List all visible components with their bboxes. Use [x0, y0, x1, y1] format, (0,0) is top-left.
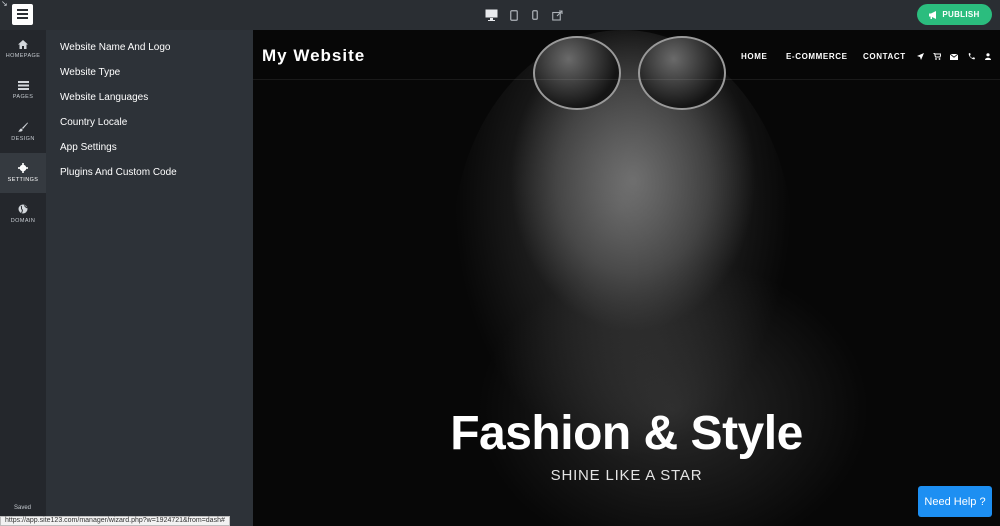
top-toolbar: ↘ PUBLISH [0, 0, 1000, 30]
globe-icon [18, 204, 28, 214]
rail-item-settings[interactable]: SETTINGS [0, 153, 46, 193]
rail-label: DESIGN [11, 136, 35, 142]
menu-item-app-settings[interactable]: App Settings [60, 142, 117, 153]
rail-item-pages[interactable]: PAGES [0, 71, 46, 111]
site-logo-icon[interactable] [12, 4, 33, 25]
rail-item-domain[interactable]: DOMAIN [0, 194, 46, 234]
envelope-icon[interactable] [950, 52, 958, 61]
corner-mark: ↘ [1, 0, 8, 8]
publish-button[interactable]: PUBLISH [917, 4, 992, 25]
megaphone-icon [929, 10, 937, 19]
location-arrow-icon[interactable] [916, 52, 924, 61]
saved-status: Saved [14, 505, 32, 511]
tablet-icon[interactable] [508, 7, 520, 23]
hero-photo [453, 30, 793, 460]
brush-icon [18, 122, 28, 132]
website-preview[interactable]: My Website HOME E-COMMERCE CONTACT Fashi… [253, 30, 1000, 526]
menu-item-website-type[interactable]: Website Type [60, 67, 120, 78]
menu-item-website-languages[interactable]: Website Languages [60, 92, 148, 103]
nav-contact[interactable]: CONTACT [863, 52, 906, 61]
nav-ecommerce[interactable]: E-COMMERCE [786, 52, 848, 61]
rail-label: DOMAIN [10, 218, 36, 224]
cart-icon[interactable] [933, 52, 941, 61]
hero-title[interactable]: Fashion & Style [253, 406, 1000, 461]
settings-panel: Website Name And Logo Website Type Websi… [46, 30, 253, 526]
publish-label: PUBLISH [942, 10, 980, 19]
mobile-icon[interactable] [530, 7, 540, 23]
external-link-icon[interactable] [550, 7, 564, 23]
user-icon[interactable] [984, 52, 992, 61]
nav-home[interactable]: HOME [741, 52, 767, 61]
desktop-icon[interactable] [484, 7, 498, 23]
home-icon [18, 40, 28, 49]
rail-label: SETTINGS [7, 177, 39, 183]
menu-item-plugins[interactable]: Plugins And Custom Code [60, 167, 177, 178]
site-title[interactable]: My Website [262, 46, 365, 66]
device-switcher [484, 7, 574, 23]
pages-icon [17, 81, 29, 90]
phone-icon[interactable] [967, 52, 975, 61]
rail-label: PAGES [12, 94, 34, 100]
menu-item-website-name[interactable]: Website Name And Logo [60, 42, 170, 53]
menu-item-country-locale[interactable]: Country Locale [60, 117, 127, 128]
rail-item-design[interactable]: DESIGN [0, 112, 46, 152]
gear-icon [18, 163, 28, 173]
site-header: My Website HOME E-COMMERCE CONTACT [253, 30, 1000, 80]
status-bar-url: https://app.site123.com/manager/wizard.p… [0, 516, 230, 526]
rail-item-homepage[interactable]: HOMEPAGE [0, 30, 46, 70]
rail-label: HOMEPAGE [5, 53, 41, 59]
main-nav-rail: HOMEPAGE PAGES DESIGN SETTINGS DOMAIN Sa… [0, 30, 46, 526]
hero-subtitle[interactable]: SHINE LIKE A STAR [253, 467, 1000, 484]
need-help-button[interactable]: Need Help ? [918, 486, 992, 517]
